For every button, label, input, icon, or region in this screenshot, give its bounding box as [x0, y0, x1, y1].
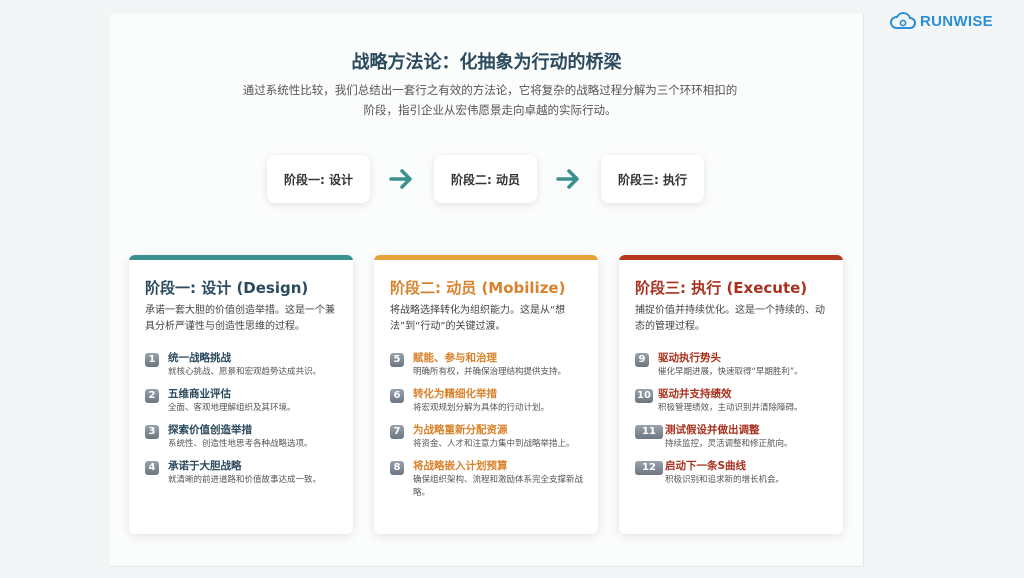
number-badge-icon: 7	[390, 425, 404, 439]
item-description: 持续监控，灵活调整和修正航向。	[665, 439, 793, 449]
item-title: 测试假设并做出调整	[665, 424, 760, 436]
list-item: 6 转化为精细化举措 将宏观规划分解为具体的行动计划。	[390, 387, 588, 415]
item-description: 全面、客观地理解组织及其环境。	[168, 403, 296, 413]
arrow-right-icon	[556, 169, 579, 189]
flow-step-design: 阶段一: 设计	[267, 155, 370, 203]
item-title: 驱动执行势头	[658, 352, 721, 364]
item-title: 启动下一条S曲线	[665, 460, 747, 472]
number-badge-icon: 3	[145, 425, 159, 439]
number-badge-icon: 10	[635, 389, 653, 403]
list-item: 1 统一战略挑战 就核心挑战、愿景和宏观趋势达成共识。	[145, 351, 343, 379]
list-item: 3 探索价值创造举措 系统性、创造性地思考各种战略选项。	[145, 423, 343, 451]
card-accent-bar	[619, 255, 843, 260]
arrow-right-icon	[389, 169, 412, 189]
card-description: 将战略选择转化为组织能力。这是从“想法”到“行动”的关键过渡。	[390, 305, 566, 332]
flow-step-mobilize: 阶段二: 动员	[434, 155, 537, 203]
item-title: 赋能、参与和治理	[413, 352, 497, 364]
card-accent-bar	[129, 255, 353, 260]
list-item: 10 驱动并支持绩效 积极管理绩效，主动识别并清除障碍。	[635, 387, 833, 415]
item-description: 就清晰的前进道路和价值故事达成一致。	[168, 475, 322, 485]
stage-card-mobilize: 阶段二: 动员 (Mobilize) 将战略选择转化为组织能力。这是从“想法”到…	[374, 255, 598, 534]
brand-logo: RUNWISE	[890, 10, 993, 32]
card-accent-bar	[374, 255, 598, 260]
card-description: 承诺一套大胆的价值创造举措。这是一个兼具分析严谨性与创造性思维的过程。	[145, 305, 335, 332]
item-title: 承诺于大胆战略	[168, 460, 242, 472]
list-item: 11 测试假设并做出调整 持续监控，灵活调整和修正航向。	[635, 423, 833, 451]
item-description: 将资金、人才和注意力集中到战略举措上。	[413, 439, 575, 449]
item-description: 明确所有权，并确保治理结构提供支持。	[413, 367, 567, 377]
card-title: 阶段三: 执行 (Execute)	[635, 279, 808, 297]
list-item: 7 为战略重新分配资源 将资金、人才和注意力集中到战略举措上。	[390, 423, 588, 451]
number-badge-icon: 11	[635, 425, 663, 439]
number-badge-icon: 6	[390, 389, 404, 403]
item-title: 为战略重新分配资源	[413, 424, 508, 436]
page-subtitle: 通过系统性比较，我们总结出一套行之有效的方法论，它将复杂的战略过程分解为三个环环…	[242, 83, 738, 117]
brand-name: RUNWISE	[920, 12, 993, 30]
list-item: 2 五维商业评估 全面、客观地理解组织及其环境。	[145, 387, 343, 415]
item-description: 确保组织架构、流程和激励体系完全支撑新战略。	[413, 475, 584, 498]
number-badge-icon: 9	[635, 353, 649, 367]
number-badge-icon: 12	[635, 461, 663, 475]
item-description: 将宏观规划分解为具体的行动计划。	[413, 403, 550, 413]
item-title: 驱动并支持绩效	[658, 388, 732, 400]
cloud-gear-icon	[890, 12, 916, 29]
item-title: 转化为精细化举措	[413, 388, 497, 400]
list-item: 9 驱动执行势头 催化早期进展，快速取得“早期胜利”。	[635, 351, 833, 379]
stage-card-execute: 阶段三: 执行 (Execute) 捕捉价值并持续优化。这是一个持续的、动态的管…	[619, 255, 843, 534]
number-badge-icon: 5	[390, 353, 404, 367]
slide: 战略方法论：化抽象为行动的桥梁 通过系统性比较，我们总结出一套行之有效的方法论，…	[110, 14, 864, 567]
item-description: 积极管理绩效，主动识别并清除障碍。	[658, 403, 803, 413]
item-title: 五维商业评估	[168, 388, 231, 400]
item-description: 系统性、创造性地思考各种战略选项。	[168, 439, 313, 449]
list-item: 4 承诺于大胆战略 就清晰的前进道路和价值故事达成一致。	[145, 459, 343, 487]
item-description: 催化早期进展，快速取得“早期胜利”。	[658, 367, 803, 377]
number-badge-icon: 4	[145, 461, 159, 475]
flow-step-execute: 阶段三: 执行	[601, 155, 704, 203]
item-title: 探索价值创造举措	[168, 424, 252, 436]
item-title: 将战略嵌入计划预算	[413, 460, 508, 472]
list-item: 12 启动下一条S曲线 积极识别和追求新的增长机会。	[635, 459, 833, 487]
card-description: 捕捉价值并持续优化。这是一个持续的、动态的管理过程。	[635, 305, 825, 332]
number-badge-icon: 8	[390, 461, 404, 475]
item-description: 就核心挑战、愿景和宏观趋势达成共识。	[168, 367, 322, 377]
card-title: 阶段二: 动员 (Mobilize)	[390, 279, 566, 297]
list-item: 5 赋能、参与和治理 明确所有权，并确保治理结构提供支持。	[390, 351, 588, 379]
card-title: 阶段一: 设计 (Design)	[145, 279, 309, 297]
number-badge-icon: 1	[145, 353, 159, 367]
item-title: 统一战略挑战	[168, 352, 231, 364]
list-item: 8 将战略嵌入计划预算 确保组织架构、流程和激励体系完全支撑新战略。	[390, 459, 588, 500]
item-description: 积极识别和追求新的增长机会。	[665, 475, 785, 485]
stage-card-design: 阶段一: 设计 (Design) 承诺一套大胆的价值创造举措。这是一个兼具分析严…	[129, 255, 353, 534]
number-badge-icon: 2	[145, 389, 159, 403]
page-title: 战略方法论：化抽象为行动的桥梁	[351, 52, 622, 73]
